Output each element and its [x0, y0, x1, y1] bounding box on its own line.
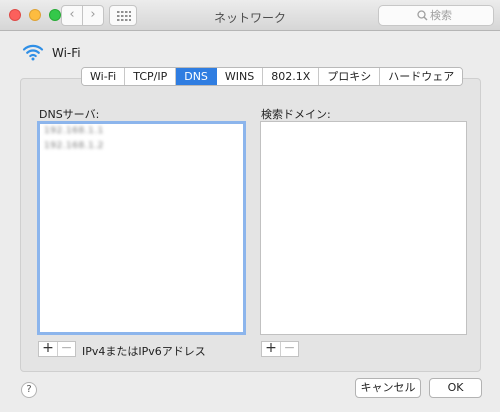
title-bar: ‹ › ネットワーク 検索 [0, 0, 500, 31]
dns-servers-label: DNSサーバ: [39, 108, 100, 121]
tab-8021x[interactable]: 802.1X [263, 68, 320, 85]
domain-add-remove-control: + − [261, 341, 299, 357]
interface-name: Wi-Fi [52, 46, 81, 60]
ok-button[interactable]: OK [429, 378, 482, 398]
address-format-hint: IPv4またはIPv6アドレス [82, 345, 206, 358]
dns-add-remove-control: + − [38, 341, 76, 357]
search-placeholder: 検索 [430, 9, 452, 22]
tab-bar: Wi-Fi TCP/IP DNS WINS 802.1X プロキシ ハードウェア [81, 67, 464, 86]
dns-server-list[interactable]: 192.168.1.1 192.168.1.2 [37, 121, 246, 335]
remove-dns-server-button[interactable]: − [57, 341, 75, 356]
add-search-domain-button[interactable]: + [262, 341, 280, 356]
help-button[interactable]: ? [21, 382, 37, 398]
wifi-icon [22, 44, 44, 61]
tab-hardware[interactable]: ハードウェア [380, 68, 463, 85]
tab-wins[interactable]: WINS [216, 68, 264, 85]
tab-dns[interactable]: DNS [176, 68, 217, 85]
network-preferences-window: ‹ › ネットワーク 検索 Wi-Fi Wi-Fi TCP/IP DNS WIN… [0, 0, 500, 412]
remove-search-domain-button[interactable]: − [280, 341, 298, 356]
tab-tcpip[interactable]: TCP/IP [125, 68, 177, 85]
tab-wifi[interactable]: Wi-Fi [82, 68, 126, 85]
search-domain-list[interactable] [260, 121, 467, 335]
tab-proxies[interactable]: プロキシ [319, 68, 381, 85]
search-domains-label: 検索ドメイン: [261, 108, 331, 121]
add-dns-server-button[interactable]: + [39, 341, 57, 356]
list-item[interactable]: 192.168.1.2 [44, 141, 104, 152]
search-input[interactable]: 検索 [378, 5, 494, 26]
list-item[interactable]: 192.168.1.1 [44, 126, 104, 137]
search-icon [417, 10, 428, 21]
cancel-button[interactable]: キャンセル [355, 378, 421, 398]
